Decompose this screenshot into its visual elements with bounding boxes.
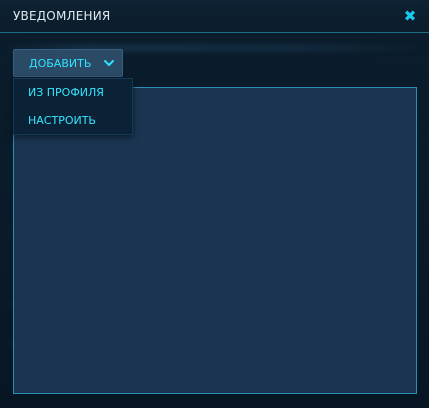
close-icon[interactable]: ✖ bbox=[401, 7, 419, 25]
notifications-dialog: Уведомления ✖ Добавить Из профиля Настро… bbox=[0, 0, 429, 408]
add-dropdown-menu: Из профиля Настроить bbox=[13, 78, 133, 135]
title-bar: Уведомления ✖ bbox=[0, 0, 429, 33]
dialog-title: Уведомления bbox=[13, 9, 111, 23]
menu-item-from-profile[interactable]: Из профиля bbox=[14, 79, 132, 107]
menu-item-customize[interactable]: Настроить bbox=[14, 107, 132, 135]
chevron-down-icon bbox=[104, 60, 114, 66]
add-button-label: Добавить bbox=[29, 57, 92, 70]
add-button[interactable]: Добавить bbox=[13, 49, 123, 77]
